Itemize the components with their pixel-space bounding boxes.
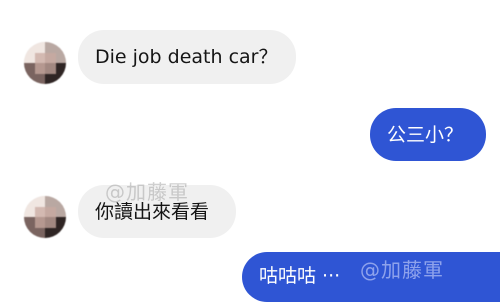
message-text: Die job death car？ bbox=[95, 46, 278, 68]
contact-avatar[interactable] bbox=[24, 42, 66, 84]
incoming-message-bubble[interactable]: Die job death car？ bbox=[78, 30, 296, 84]
message-text: 你讀出來看看 bbox=[95, 200, 210, 223]
message-text: 咕咕咕 ··· bbox=[259, 265, 341, 287]
message-text: 公三小？ bbox=[387, 123, 464, 146]
outgoing-message-bubble[interactable]: 咕咕咕 ··· bbox=[242, 252, 500, 302]
outgoing-message-bubble[interactable]: 公三小？ bbox=[370, 108, 486, 161]
chat-thread: Die job death car？ 公三小？ 你讀出來看看 咕咕咕 ··· @… bbox=[0, 0, 500, 302]
incoming-message-bubble[interactable]: 你讀出來看看 bbox=[78, 185, 236, 238]
contact-avatar[interactable] bbox=[24, 196, 66, 238]
